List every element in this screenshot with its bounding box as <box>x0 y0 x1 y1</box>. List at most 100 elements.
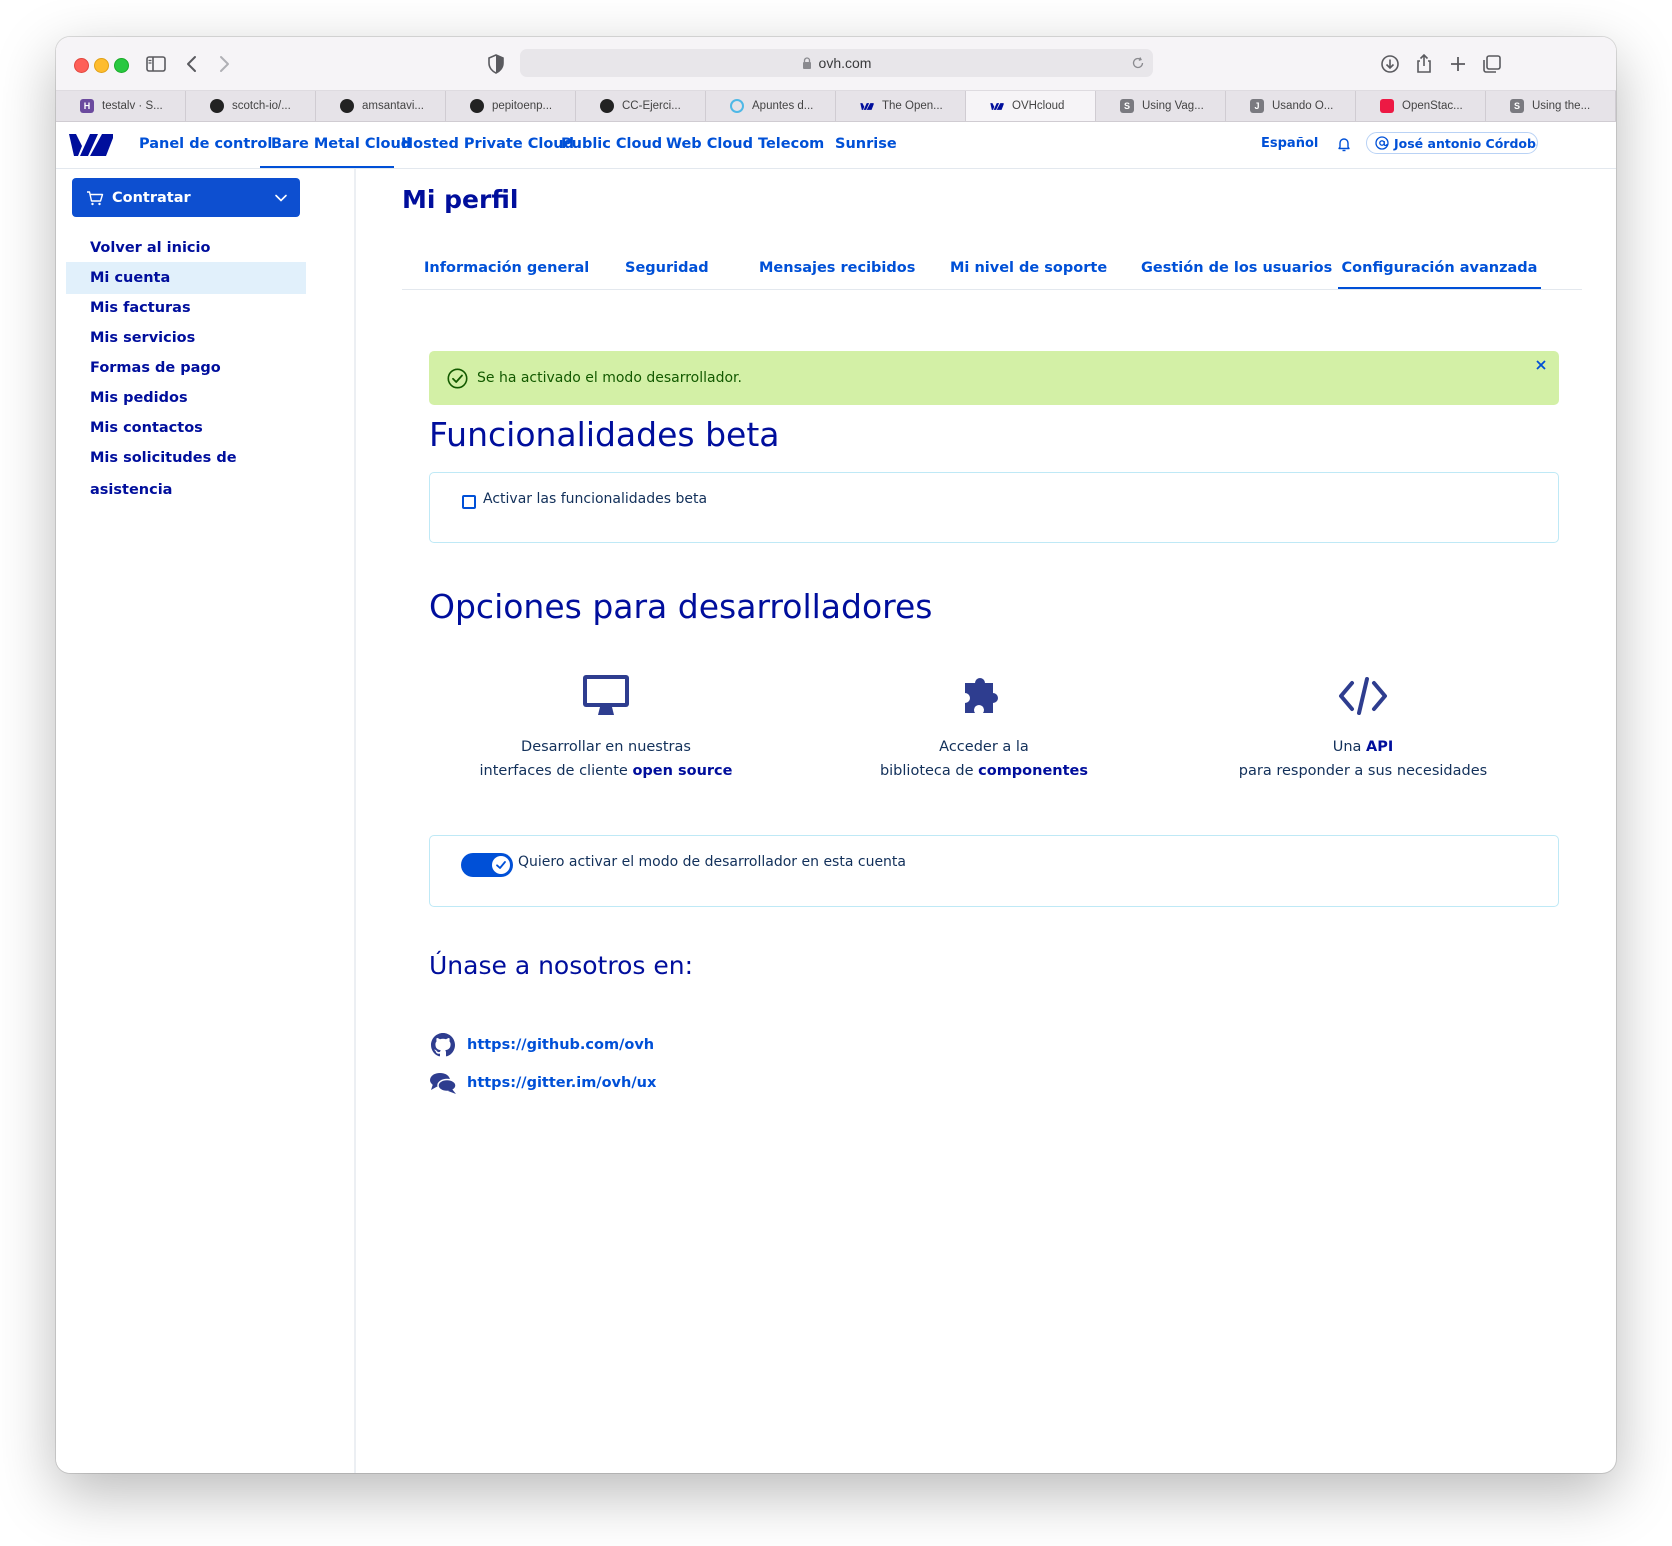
browser-tab[interactable]: S Using the... <box>1486 91 1616 121</box>
success-alert: Se ha activado el modo desarrollador. <box>429 351 1559 405</box>
dev-mode-toggle[interactable] <box>461 853 513 877</box>
join-section-title: Únase a nosotros en: <box>429 951 693 980</box>
forward-icon[interactable] <box>212 52 236 76</box>
monitor-icon <box>583 675 629 715</box>
nav-bare-metal-cloud[interactable]: Bare Metal Cloud <box>260 122 411 168</box>
check-icon <box>496 861 506 869</box>
browser-tab[interactable]: OVHcloud <box>966 91 1096 121</box>
s-icon: S <box>1120 99 1134 113</box>
browser-tab[interactable]: The Open... <box>836 91 966 121</box>
main-content: Mi perfil Información general Seguridad … <box>356 169 1616 1473</box>
feature-api-text: Una <box>1332 739 1367 755</box>
back-icon[interactable] <box>180 52 204 76</box>
browser-tab-title: scotch-io/... <box>232 100 291 112</box>
browser-tab[interactable]: OpenStac... <box>1356 91 1486 121</box>
reload-icon[interactable] <box>1131 56 1145 70</box>
browser-tab[interactable]: J Usando O... <box>1226 91 1356 121</box>
beta-options-box: Activar las funcionalidades beta <box>429 472 1559 543</box>
sidebar-item-volver-al-inicio[interactable]: Volver al inicio <box>66 232 306 264</box>
browser-window: ovh.com Htestalv · S... scotch-io/... amsa… <box>56 37 1616 1473</box>
browser-tab[interactable]: scotch-io/... <box>186 91 316 121</box>
page-title: Mi perfil <box>402 185 519 214</box>
tab-mensajes-recibidos[interactable]: Mensajes recibidos <box>759 249 915 289</box>
feature-open-source: Desarrollar en nuestras interfaces de cl… <box>426 669 786 783</box>
nav-telecom[interactable]: Telecom <box>758 122 824 168</box>
sidebar-item-mis-pedidos[interactable]: Mis pedidos <box>66 382 306 414</box>
dev-mode-toggle-label[interactable]: Quiero activar el modo de desarrollador … <box>518 854 906 870</box>
profile-tabs: Información general Seguridad Mensajes r… <box>402 249 1582 290</box>
browser-tab[interactable]: CC-Ejerci... <box>576 91 706 121</box>
heroku-icon: H <box>80 99 94 113</box>
feature-componentes-bold: componentes <box>978 763 1089 779</box>
nav-sunrise[interactable]: Sunrise <box>835 122 897 168</box>
tab-overview-icon[interactable] <box>1480 52 1504 76</box>
browser-tab[interactable]: amsantavi... <box>316 91 446 121</box>
browser-tab-title: Using Vag... <box>1142 100 1204 112</box>
nav-hosted-private-cloud[interactable]: Hosted Private Cloud <box>401 122 574 168</box>
tab-configuracion-avanzada[interactable]: Configuración avanzada <box>1338 249 1541 289</box>
address-bar[interactable]: ovh.com <box>520 49 1153 77</box>
close-window-button[interactable] <box>74 58 89 73</box>
feature-componentes-line1: Acceder a la <box>939 739 1029 755</box>
dev-section-title: Opciones para desarrolladores <box>429 587 933 626</box>
github-link-text[interactable]: https://github.com/ovh <box>467 1037 654 1053</box>
language-selector[interactable]: Español <box>1261 122 1318 166</box>
nav-panel-de-control[interactable]: Panel de control <box>139 122 272 168</box>
cart-icon <box>87 190 104 205</box>
sidebar-toggle-icon[interactable] <box>144 52 168 76</box>
browser-tab[interactable]: S Using Vag... <box>1096 91 1226 121</box>
puzzle-icon <box>965 677 998 713</box>
top-navigation: Panel de control Bare Metal Cloud Hosted… <box>56 122 1616 169</box>
bell-icon[interactable] <box>1336 136 1352 152</box>
feature-api-bold: API <box>1366 739 1394 755</box>
tab-informacion-general[interactable]: Información general <box>424 249 589 289</box>
browser-tab[interactable]: Htestalv · S... <box>56 91 186 121</box>
order-button[interactable]: Contratar <box>72 178 300 217</box>
sidebar: Contratar Volver al inicio Mi cuenta Mis… <box>56 169 356 1473</box>
check-circle-icon <box>447 368 468 388</box>
at-sign-icon <box>1375 136 1389 150</box>
sidebar-item-mis-solicitudes[interactable]: Mis solicitudes de asistencia <box>66 442 306 498</box>
browser-tab-title: Using the... <box>1532 100 1591 112</box>
user-menu-button[interactable]: José antonio Córdoba... <box>1366 132 1538 154</box>
sidebar-item-mis-facturas[interactable]: Mis facturas <box>66 292 306 324</box>
minimize-window-button[interactable] <box>94 58 109 73</box>
browser-tab[interactable]: pepitoenp... <box>446 91 576 121</box>
github-icon <box>431 1033 455 1057</box>
share-icon[interactable] <box>1412 52 1436 76</box>
nav-web-cloud[interactable]: Web Cloud <box>666 122 753 168</box>
nav-public-cloud[interactable]: Public Cloud <box>561 122 662 168</box>
alert-message: Se ha activado el modo desarrollador. <box>477 370 742 386</box>
github-icon <box>210 99 224 113</box>
github-link[interactable]: https://github.com/ovh <box>429 1031 654 1059</box>
sidebar-item-mis-servicios[interactable]: Mis servicios <box>66 322 306 354</box>
ovhcloud-logo[interactable] <box>68 132 114 158</box>
browser-tab-bar: Htestalv · S... scotch-io/... amsantavi...… <box>56 91 1616 122</box>
browser-tab[interactable]: Apuntes d... <box>706 91 836 121</box>
new-tab-icon[interactable] <box>1446 52 1470 76</box>
gitter-link[interactable]: https://gitter.im/ovh/ux <box>429 1069 656 1097</box>
feature-api: Una API para responder a sus necesidades <box>1183 669 1543 783</box>
downloads-icon[interactable] <box>1378 52 1402 76</box>
ovh-icon <box>990 99 1004 113</box>
feature-open-source-line1: Desarrollar en nuestras <box>521 739 691 755</box>
s-icon: S <box>1510 99 1524 113</box>
sidebar-item-mi-cuenta[interactable]: Mi cuenta <box>66 262 306 294</box>
close-icon[interactable] <box>1535 359 1547 371</box>
maximize-window-button[interactable] <box>114 58 129 73</box>
cloud-icon <box>730 99 744 113</box>
feature-open-source-line2: interfaces de cliente open source <box>426 759 786 783</box>
browser-tab-title: CC-Ejerci... <box>622 100 681 112</box>
feature-open-source-bold: open source <box>632 763 733 779</box>
dev-mode-box: Quiero activar el modo de desarrollador … <box>429 835 1559 907</box>
sidebar-item-formas-de-pago[interactable]: Formas de pago <box>66 352 306 384</box>
tab-gestion-de-usuarios[interactable]: Gestión de los usuarios <box>1141 249 1332 289</box>
tab-seguridad[interactable]: Seguridad <box>625 249 709 289</box>
beta-checkbox[interactable] <box>462 495 476 509</box>
privacy-shield-icon[interactable] <box>484 52 508 76</box>
gitter-link-text[interactable]: https://gitter.im/ovh/ux <box>467 1075 656 1091</box>
beta-checkbox-label[interactable]: Activar las funcionalidades beta <box>483 491 707 507</box>
browser-tab-title: OpenStac... <box>1402 100 1463 112</box>
sidebar-item-mis-contactos[interactable]: Mis contactos <box>66 412 306 444</box>
tab-mi-nivel-de-soporte[interactable]: Mi nivel de soporte <box>950 249 1107 289</box>
